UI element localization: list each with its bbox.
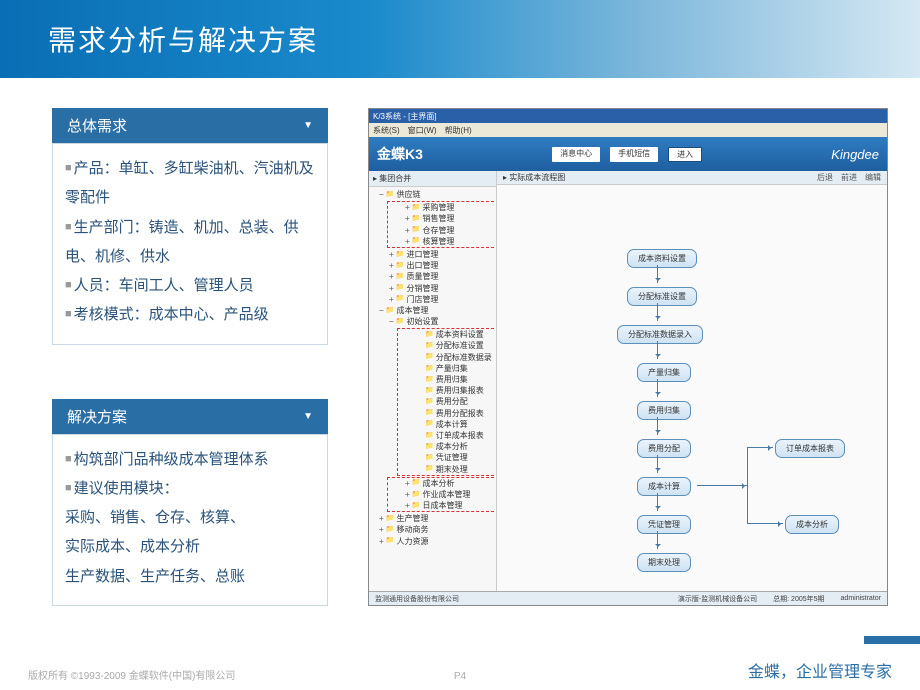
tree-item[interactable]: 初始设置 bbox=[407, 316, 439, 327]
section1-header: 总体需求 ▼ bbox=[52, 108, 328, 143]
nav-forward[interactable]: 前进 bbox=[841, 172, 857, 183]
section2-header: 解决方案 ▼ bbox=[52, 399, 328, 434]
tree-header: 集团合并 bbox=[379, 174, 411, 183]
dropdown-icon: ▼ bbox=[303, 120, 313, 131]
status-user: administrator bbox=[841, 595, 881, 602]
menu-item[interactable]: 系统(S) bbox=[373, 125, 400, 136]
tree-pane[interactable]: ▸ 集团合并 −📁供应链 +📁采购管理 +📁销售管理 +📁仓存管理 +📁核算管理… bbox=[369, 171, 497, 591]
section2-heading: 解决方案 bbox=[67, 406, 127, 427]
app-logo: 金蝶K3 bbox=[377, 144, 423, 164]
tree-item[interactable]: 费用分配 bbox=[436, 396, 468, 407]
window-title: K/3系统 - [主界面] bbox=[373, 111, 437, 122]
tree-item[interactable]: 核算管理 bbox=[423, 236, 455, 247]
copyright: 版权所有 ©1993-2009 金蝶软件(中国)有限公司 bbox=[28, 667, 235, 682]
tree-item[interactable]: 费用分配报表 bbox=[436, 408, 484, 419]
tree-item[interactable]: 仓存管理 bbox=[423, 225, 455, 236]
nav-back[interactable]: 后退 bbox=[817, 172, 833, 183]
section1-heading: 总体需求 bbox=[67, 115, 127, 136]
flow-node[interactable]: 成本分析 bbox=[785, 515, 839, 534]
status-bar: 监测通用设备股份有限公司 演示版-监测机械设备公司 总期: 2005年5期 ad… bbox=[369, 591, 887, 605]
tree-item[interactable]: 供应链 bbox=[397, 189, 421, 200]
menu-item[interactable]: 窗口(W) bbox=[408, 125, 437, 136]
left-column: 总体需求 ▼ 产品：单缸、多缸柴油机、汽油机及零配件 生产部门：铸造、机加、总装… bbox=[52, 108, 328, 606]
status-period: 总期: 2005年5期 bbox=[773, 594, 824, 604]
tree-item[interactable]: 作业成本管理 bbox=[423, 489, 471, 500]
slide-title: 需求分析与解决方案 bbox=[48, 19, 318, 59]
tagline: 金蝶，企业管理专家 bbox=[748, 658, 892, 682]
tree-item[interactable]: 分销管理 bbox=[407, 283, 439, 294]
bullet-item: 建议使用模块： bbox=[65, 474, 315, 503]
menu-item[interactable]: 帮助(H) bbox=[445, 125, 472, 136]
flow-node[interactable]: 成本计算 bbox=[637, 477, 691, 496]
flow-node[interactable]: 订单成本报表 bbox=[775, 439, 845, 458]
tree-item[interactable]: 凭证管理 bbox=[436, 452, 468, 463]
tree-item[interactable]: 成本计算 bbox=[436, 419, 468, 430]
bullet-item: 考核模式：成本中心、产品级 bbox=[65, 300, 315, 329]
banner-button[interactable]: 消息中心 bbox=[552, 147, 600, 162]
flow-node[interactable]: 费用分配 bbox=[637, 439, 691, 458]
page-number: P4 bbox=[454, 671, 466, 682]
tree-item[interactable]: 日成本管理 bbox=[423, 500, 463, 511]
tree-item[interactable]: 分配标准数据录 bbox=[436, 352, 492, 363]
text-line: 采购、销售、仓存、核算、 bbox=[65, 503, 315, 532]
flow-node[interactable]: 产量归集 bbox=[637, 363, 691, 382]
tree-item[interactable]: 出口管理 bbox=[407, 260, 439, 271]
flow-node[interactable]: 分配标准数据录入 bbox=[617, 325, 703, 344]
app-titlebar: K/3系统 - [主界面] bbox=[369, 109, 887, 123]
tree-item[interactable]: 成本分析 bbox=[436, 441, 468, 452]
tree-item[interactable]: 费用归集 bbox=[436, 374, 468, 385]
tree-item[interactable]: 成本资料设置 bbox=[436, 329, 484, 340]
app-screenshot: K/3系统 - [主界面] 系统(S) 窗口(W) 帮助(H) 金蝶K3 消息中… bbox=[368, 108, 888, 606]
tree-item[interactable]: 移动商务 bbox=[397, 524, 429, 535]
bullet-item: 生产部门：铸造、机加、总装、供电、机修、供水 bbox=[65, 213, 315, 272]
tree-item[interactable]: 产量归集 bbox=[436, 363, 468, 374]
flow-tab-label: 实际成本流程图 bbox=[509, 173, 565, 182]
tree-item[interactable]: 质量管理 bbox=[407, 271, 439, 282]
banner-button[interactable]: 手机短信 bbox=[610, 147, 658, 162]
tree-item[interactable]: 门店管理 bbox=[407, 294, 439, 305]
flow-node[interactable]: 分配标准设置 bbox=[627, 287, 697, 306]
status-company: 监测通用设备股份有限公司 bbox=[375, 594, 459, 604]
tree-item[interactable]: 期末处理 bbox=[436, 464, 468, 475]
accent-bar bbox=[864, 636, 920, 644]
tree-item[interactable]: 生产管理 bbox=[397, 513, 429, 524]
text-line: 实际成本、成本分析 bbox=[65, 532, 315, 561]
tree-item[interactable]: 成本管理 bbox=[397, 305, 429, 316]
tree-item[interactable]: 进口管理 bbox=[407, 249, 439, 260]
status-account: 演示版-监测机械设备公司 bbox=[678, 594, 757, 604]
tree-item[interactable]: 费用归集报表 bbox=[436, 385, 484, 396]
tree-item[interactable]: 成本分析 bbox=[423, 478, 455, 489]
bullet-item: 构筑部门品种级成本管理体系 bbox=[65, 445, 315, 474]
tree-item[interactable]: 人力资源 bbox=[397, 536, 429, 547]
flow-node[interactable]: 期末处理 bbox=[637, 553, 691, 572]
tree-item[interactable]: 采购管理 bbox=[423, 202, 455, 213]
flow-node[interactable]: 费用归集 bbox=[637, 401, 691, 420]
bullet-item: 人员：车间工人、管理人员 bbox=[65, 271, 315, 300]
nav-edit[interactable]: 编辑 bbox=[865, 172, 881, 183]
enter-button[interactable]: 进入 bbox=[668, 147, 702, 162]
tree-item[interactable]: 销售管理 bbox=[423, 213, 455, 224]
tree-item[interactable]: 订单成本报表 bbox=[436, 430, 484, 441]
menubar[interactable]: 系统(S) 窗口(W) 帮助(H) bbox=[369, 123, 887, 137]
flow-node[interactable]: 成本资料设置 bbox=[627, 249, 697, 268]
tree-item[interactable]: 分配标准设置 bbox=[436, 340, 484, 351]
text-line: 生产数据、生产任务、总账 bbox=[65, 562, 315, 591]
dropdown-icon: ▼ bbox=[303, 411, 313, 422]
flow-node[interactable]: 凭证管理 bbox=[637, 515, 691, 534]
brand-text: Kingdee bbox=[831, 147, 879, 162]
flow-pane: ▸ 实际成本流程图 后退 前进 编辑 成本资料设置 分配标准设置 分配标准数据录… bbox=[497, 171, 887, 591]
bullet-item: 产品：单缸、多缸柴油机、汽油机及零配件 bbox=[65, 154, 315, 213]
